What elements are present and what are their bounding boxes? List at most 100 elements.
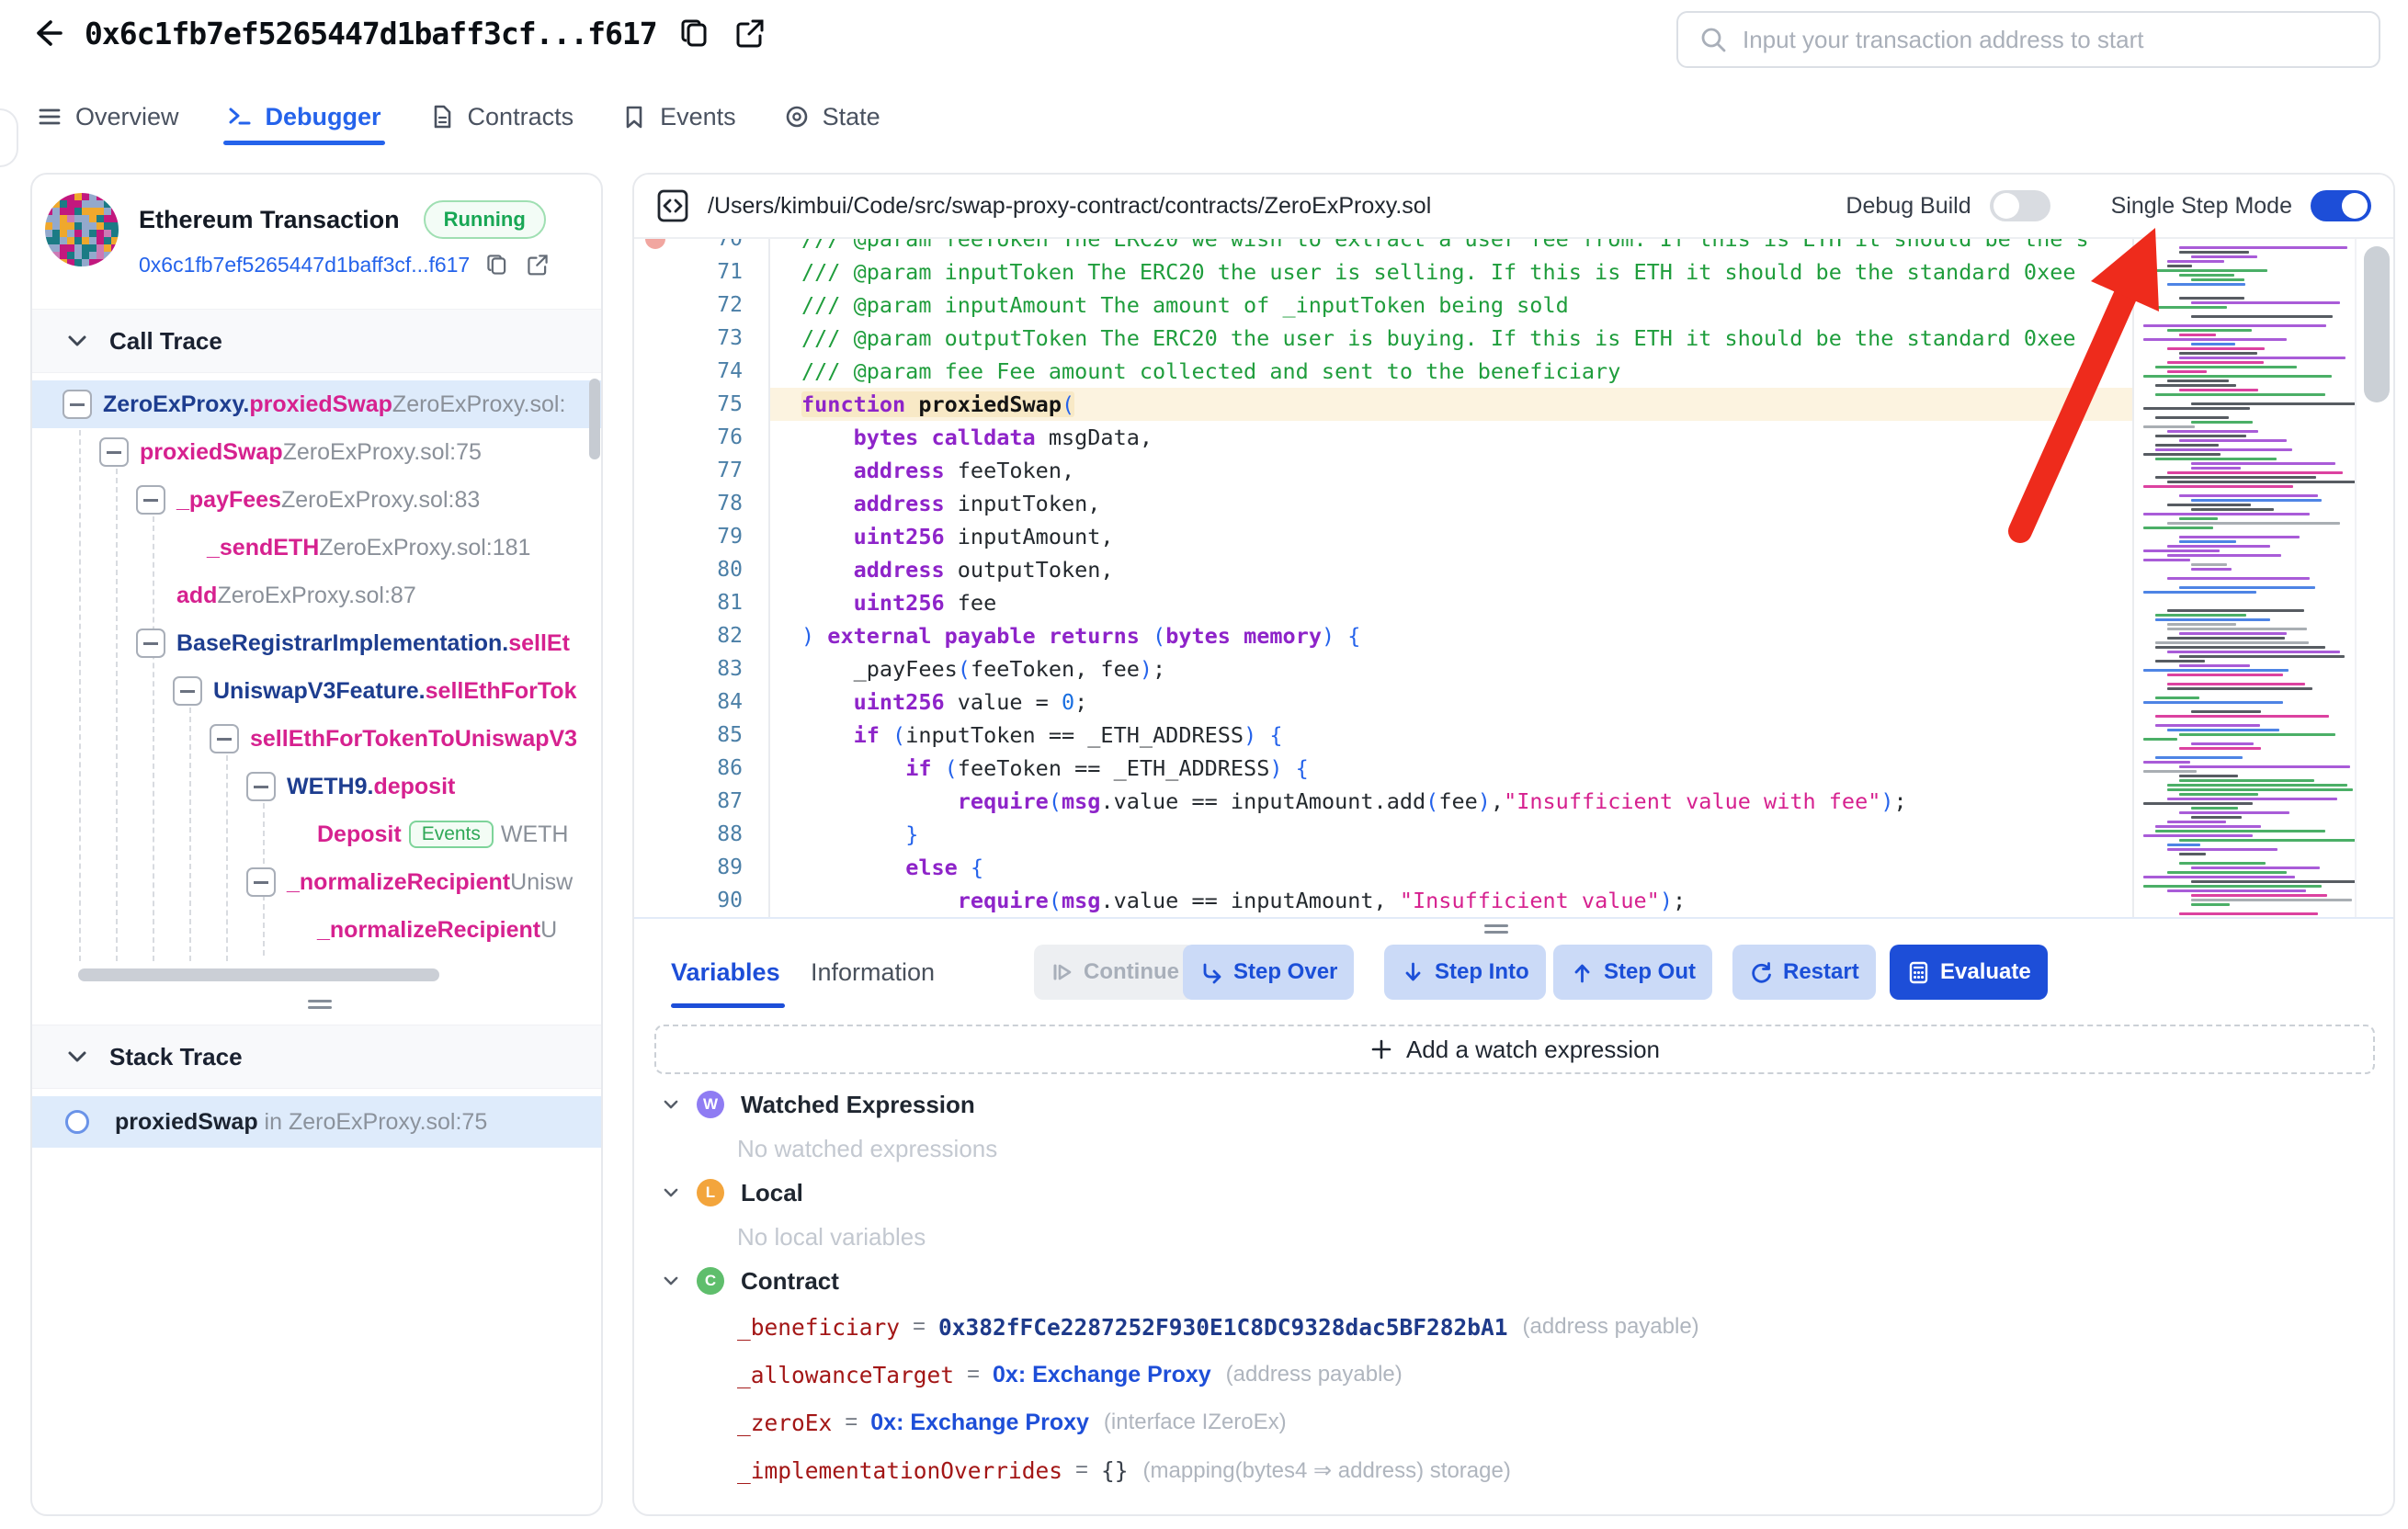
call-tree-row[interactable]: _normalizeRecipient U <box>32 906 603 954</box>
add-watch-expression[interactable]: Add a watch expression <box>654 1025 2375 1074</box>
copy-icon[interactable] <box>484 252 510 277</box>
tree-scrollbar-horizontal[interactable] <box>78 968 439 981</box>
drawer-handle[interactable] <box>0 108 18 167</box>
code-line: 72/// @param inputAmount The amount of _… <box>634 289 2132 322</box>
tab-overview[interactable]: Overview <box>37 88 179 145</box>
line-number[interactable]: 85 <box>634 719 770 752</box>
collapse-icon[interactable] <box>99 437 129 467</box>
restart-button[interactable]: Restart <box>1732 945 1876 1000</box>
collapse-icon[interactable] <box>246 867 276 897</box>
external-link-icon[interactable] <box>525 252 551 277</box>
editor-scrollbar[interactable] <box>2355 239 2395 919</box>
line-number[interactable]: 89 <box>634 851 770 884</box>
call-tree-row[interactable]: UniswapV3Feature.sellEthForTok <box>32 667 603 715</box>
continue-button[interactable]: Continue <box>1034 945 1196 1000</box>
back-icon[interactable] <box>28 15 64 51</box>
line-number[interactable]: 82 <box>634 619 770 652</box>
code-line: 73/// @param outputToken The ERC20 the u… <box>634 322 2132 355</box>
tab-state[interactable]: State <box>784 88 880 145</box>
single-step-mode-toggle[interactable] <box>2311 190 2371 221</box>
variable-row[interactable]: _beneficiary=0x382fFCe2287252F930E1C8DC9… <box>662 1303 2371 1351</box>
step-into-button[interactable]: Step Into <box>1384 945 1546 1000</box>
status-badge: Running <box>424 200 546 239</box>
call-tree-row[interactable]: sellEthForTokenToUniswapV3 <box>32 715 603 763</box>
line-number[interactable]: 88 <box>634 818 770 851</box>
collapse-icon[interactable] <box>136 485 165 515</box>
variable-section-header[interactable]: CContract <box>662 1259 2371 1303</box>
line-number[interactable]: 72 <box>634 289 770 322</box>
line-number[interactable]: 78 <box>634 487 770 520</box>
variables-panel: WWatched ExpressionNo watched expression… <box>662 1082 2371 1494</box>
transaction-address[interactable]: 0x6c1fb7ef5265447d1baff3cf...f617 <box>139 253 470 277</box>
external-link-icon[interactable] <box>733 16 767 51</box>
line-number[interactable]: 73 <box>634 322 770 355</box>
call-tree-row[interactable]: WETH9.deposit <box>32 763 603 810</box>
variable-row[interactable]: _implementationOverrides={}(mapping(byte… <box>662 1446 2371 1494</box>
line-number[interactable]: 79 <box>634 520 770 553</box>
tab-variables[interactable]: Variables <box>671 945 780 1000</box>
variable-section-header[interactable]: LLocal <box>662 1171 2371 1215</box>
bookmark-icon <box>621 104 647 130</box>
call-tree-row[interactable]: proxiedSwap ZeroExProxy.sol:75 <box>32 428 603 476</box>
search-input[interactable] <box>1743 26 2358 54</box>
breakpoint-dot[interactable] <box>645 239 665 249</box>
line-number[interactable]: 77 <box>634 454 770 487</box>
line-number[interactable]: 87 <box>634 785 770 818</box>
line-number[interactable]: 81 <box>634 586 770 619</box>
call-tree-row[interactable]: ZeroExProxy.proxiedSwap ZeroExProxy.sol: <box>32 380 603 428</box>
call-tree-row[interactable]: BaseRegistrarImplementation.sellEt <box>32 619 603 667</box>
collapse-icon[interactable] <box>136 629 165 658</box>
line-number[interactable]: 76 <box>634 421 770 454</box>
step-out-button[interactable]: Step Out <box>1553 945 1712 1000</box>
line-number[interactable]: 71 <box>634 255 770 289</box>
stack-trace-section-header[interactable]: Stack Trace <box>32 1025 603 1089</box>
line-number[interactable]: 70 <box>634 239 770 255</box>
tab-information[interactable]: Information <box>811 945 935 1000</box>
debugger-panel: /Users/kimbui/Code/src/swap-proxy-contra… <box>632 173 2395 1516</box>
line-number[interactable]: 74 <box>634 355 770 388</box>
call-tree-row[interactable]: _normalizeRecipient Unisw <box>32 858 603 906</box>
variable-row[interactable]: _allowanceTarget=0x: Exchange Proxy(addr… <box>662 1351 2371 1399</box>
scrollbar-thumb[interactable] <box>2364 246 2390 402</box>
stack-frame-row[interactable]: proxiedSwap in ZeroExProxy.sol:75 <box>32 1096 603 1148</box>
line-number[interactable]: 86 <box>634 752 770 785</box>
variable-section-header[interactable]: WWatched Expression <box>662 1082 2371 1127</box>
tree-scrollbar-vertical[interactable] <box>589 379 600 459</box>
code-line: 87 require(msg.value == inputAmount.add(… <box>634 785 2132 818</box>
collapse-icon[interactable] <box>173 676 202 706</box>
variable-row[interactable]: _zeroEx=0x: Exchange Proxy(interface IZe… <box>662 1399 2371 1446</box>
panel-resize-handle[interactable] <box>1484 924 1508 935</box>
tab-debugger[interactable]: Debugger <box>227 88 381 145</box>
sidebar-resize-handle[interactable] <box>308 1000 332 1011</box>
collapse-icon[interactable] <box>62 390 92 419</box>
minimap[interactable] <box>2132 239 2355 919</box>
debug-build-toggle[interactable] <box>1990 190 2050 221</box>
collapse-icon[interactable] <box>210 724 239 753</box>
code-editor[interactable]: 70/// @param feeToken The ERC20 we wish … <box>634 239 2395 919</box>
call-tree-row[interactable]: _payFees ZeroExProxy.sol:83 <box>32 476 603 524</box>
step-over-button[interactable]: Step Over <box>1183 945 1354 1000</box>
line-number[interactable]: 80 <box>634 553 770 586</box>
call-trace-section-header[interactable]: Call Trace <box>32 309 603 373</box>
line-number[interactable]: 90 <box>634 884 770 917</box>
collapse-icon[interactable] <box>246 772 276 801</box>
call-tree-row[interactable]: _sendETH ZeroExProxy.sol:181 <box>32 524 603 572</box>
code-line: 71/// @param inputToken The ERC20 the us… <box>634 255 2132 289</box>
line-number[interactable]: 84 <box>634 685 770 719</box>
step-over-icon <box>1199 960 1224 985</box>
copy-icon[interactable] <box>677 16 712 51</box>
chevron-down-icon <box>662 1095 680 1114</box>
call-tree-row[interactable]: add ZeroExProxy.sol:87 <box>32 572 603 619</box>
line-number[interactable]: 75 <box>634 388 770 421</box>
chevron-down-icon <box>662 1272 680 1290</box>
chevron-down-icon <box>662 1184 680 1202</box>
frame-marker-icon <box>65 1110 89 1134</box>
code-line: 75function proxiedSwap( <box>634 388 2132 421</box>
call-tree-row[interactable]: DepositEvents WETH <box>32 810 603 858</box>
code-line: 77 address feeToken, <box>634 454 2132 487</box>
top-header: 0x6c1fb7ef5265447d1baff3cf...f617 <box>28 15 767 51</box>
tab-events[interactable]: Events <box>621 88 736 145</box>
evaluate-button[interactable]: Evaluate <box>1890 945 2048 1000</box>
line-number[interactable]: 83 <box>634 652 770 685</box>
tab-contracts[interactable]: Contracts <box>429 88 574 145</box>
